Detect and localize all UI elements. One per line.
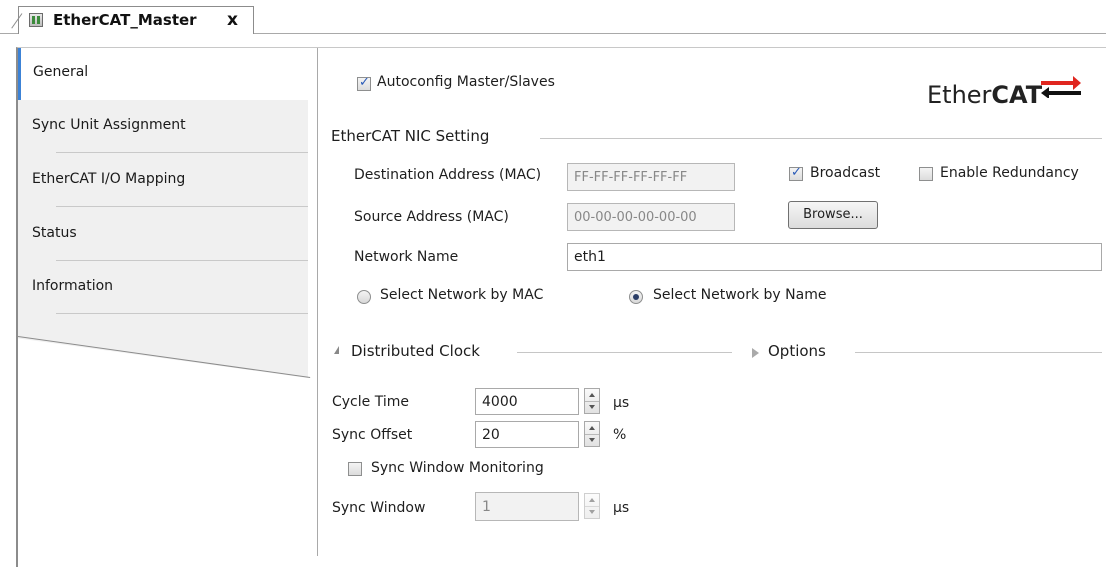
sidebar-item-io-mapping[interactable]: EtherCAT I/O Mapping — [18, 155, 308, 207]
panel-divider — [317, 48, 318, 556]
cycle-time-unit: µs — [613, 395, 630, 411]
divider — [56, 313, 308, 314]
select-by-mac-radio[interactable] — [357, 290, 371, 304]
tab-ethercat-master[interactable]: EtherCAT_Master x — [18, 6, 254, 34]
sidebar-item-label: Information — [32, 278, 114, 294]
divider — [56, 206, 308, 207]
sync-window-stepper[interactable] — [584, 493, 600, 519]
distributed-clock-title: Distributed Clock — [351, 342, 480, 360]
sidebar-item-information[interactable]: Information — [18, 262, 308, 314]
logo-text-bold: CAT — [991, 81, 1043, 109]
sidebar-item-status[interactable]: Status — [18, 209, 308, 261]
sidebar-item-sync-unit-assignment[interactable]: Sync Unit Assignment — [18, 101, 308, 153]
sync-window-label: Sync Window — [332, 500, 426, 516]
sidebar: General Sync Unit Assignment EtherCAT I/… — [17, 48, 311, 379]
broadcast-label: Broadcast — [810, 165, 881, 181]
logo-text: Ether — [927, 81, 992, 109]
enable-redundancy-checkbox[interactable] — [919, 167, 933, 181]
source-address-field[interactable] — [567, 203, 735, 231]
sync-window-input[interactable] — [475, 492, 579, 521]
close-icon[interactable]: x — [227, 10, 238, 30]
select-by-mac-label: Select Network by MAC — [380, 287, 544, 303]
network-name-input[interactable] — [567, 243, 1102, 271]
divider — [540, 138, 1102, 139]
autoconfig-label: Autoconfig Master/Slaves — [377, 74, 555, 90]
sidebar-item-label: General — [33, 64, 89, 80]
sync-offset-stepper[interactable] — [584, 421, 600, 447]
cycle-time-input[interactable] — [475, 388, 579, 415]
network-name-label: Network Name — [354, 249, 459, 265]
sync-offset-label: Sync Offset — [332, 427, 413, 443]
sync-window-monitoring-label: Sync Window Monitoring — [371, 460, 544, 476]
browse-button[interactable]: Browse... — [788, 201, 878, 229]
broadcast-checkbox[interactable] — [789, 165, 803, 181]
sidebar-item-label: Status — [32, 225, 77, 241]
divider — [56, 152, 308, 153]
sidebar-item-label: EtherCAT I/O Mapping — [32, 171, 186, 187]
destination-address-label: Destination Address (MAC) — [354, 167, 542, 183]
divider — [56, 260, 308, 261]
ethercat-logo: EtherCAT — [925, 72, 1085, 109]
tab-title: EtherCAT_Master — [53, 11, 197, 29]
options-title[interactable]: Options — [768, 342, 826, 360]
sync-offset-unit: % — [613, 427, 627, 443]
destination-address-field[interactable] — [567, 163, 735, 191]
select-by-name-label: Select Network by Name — [653, 287, 827, 303]
logo-arrows-icon — [1041, 76, 1081, 98]
collapse-icon[interactable] — [334, 346, 339, 354]
nic-section-title: EtherCAT NIC Setting — [331, 127, 490, 145]
source-address-label: Source Address (MAC) — [354, 209, 509, 225]
sync-window-monitoring-checkbox[interactable] — [348, 462, 362, 476]
autoconfig-checkbox[interactable] — [357, 75, 371, 91]
device-icon — [29, 13, 43, 27]
enable-redundancy-label: Enable Redundancy — [940, 165, 1079, 181]
sync-offset-input[interactable] — [475, 421, 579, 448]
divider — [855, 352, 1102, 353]
divider — [517, 352, 732, 353]
select-by-name-radio[interactable] — [629, 290, 643, 304]
editor-tab-strip: EtherCAT_Master x — [0, 0, 1106, 34]
sidebar-item-label: Sync Unit Assignment — [32, 117, 186, 133]
cycle-time-label: Cycle Time — [332, 394, 409, 410]
cycle-time-stepper[interactable] — [584, 388, 600, 414]
expand-icon[interactable] — [752, 348, 759, 358]
sync-window-unit: µs — [613, 500, 630, 516]
sidebar-item-general[interactable]: General — [18, 48, 308, 100]
